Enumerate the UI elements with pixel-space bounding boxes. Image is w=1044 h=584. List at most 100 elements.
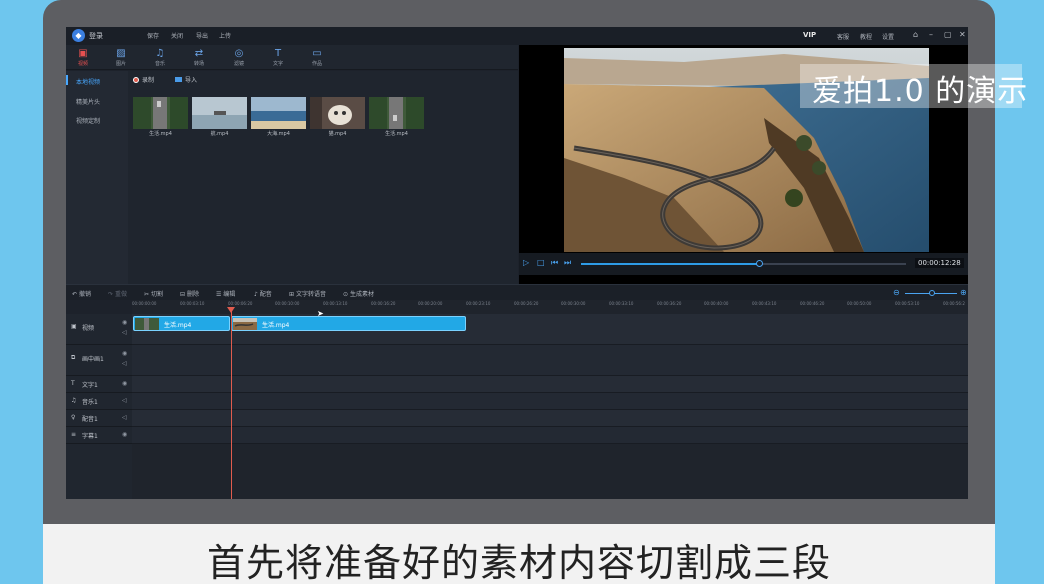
sidebar-item-custom-video[interactable]: 视频定制: [76, 116, 100, 125]
ruler-tick: 00:00:53:10: [895, 301, 920, 306]
edit-button[interactable]: ☰ 编辑: [216, 289, 235, 298]
ruler-tick: 00:00:20:00: [418, 301, 443, 306]
eye-icon[interactable]: ◉: [122, 380, 127, 387]
speaker-icon[interactable]: ◁: [122, 397, 127, 404]
eye-icon[interactable]: ◉: [122, 350, 127, 357]
tool-music[interactable]: ♫ 音乐: [145, 48, 175, 67]
sidebar-item-intros[interactable]: 精美片头: [76, 97, 100, 106]
media-thumb-label-1: 生活.mp4: [149, 131, 172, 137]
login-link[interactable]: 登录: [89, 31, 103, 41]
ruler-tick: 00:00:06:20: [228, 301, 253, 306]
tool-video[interactable]: ▣ 视频: [68, 48, 98, 67]
play-icon[interactable]: ▷: [523, 258, 529, 267]
film-icon: ▣: [78, 48, 88, 59]
ruler-tick: 00:00:33:10: [609, 301, 634, 306]
vip-badge[interactable]: VIP: [803, 31, 816, 39]
menu-close[interactable]: 关闭: [171, 31, 183, 40]
folder-icon: [175, 77, 182, 82]
clip-thumbnail: [135, 318, 159, 330]
track-row-dub[interactable]: [132, 410, 968, 427]
eye-icon[interactable]: ◉: [122, 319, 127, 326]
track-header-subtitle[interactable]: ≡ 字幕1 ◉: [66, 427, 132, 444]
speaker-icon[interactable]: ◁: [122, 414, 127, 421]
tool-text[interactable]: T 文字: [263, 48, 293, 67]
tool-filter[interactable]: ◎ 滤镜: [224, 48, 254, 67]
dub-button[interactable]: ♪ 配音: [254, 289, 272, 298]
preview-progress-track[interactable]: [581, 260, 906, 267]
tool-image[interactable]: ▨ 图片: [106, 48, 136, 67]
minimize-icon[interactable]: –: [929, 30, 933, 39]
menu-tutorial[interactable]: 教程: [860, 32, 872, 41]
prev-frame-icon[interactable]: ⏮: [551, 258, 558, 268]
track-row-empty: [132, 444, 968, 499]
speaker-icon[interactable]: ◁: [122, 329, 127, 336]
track-header-pip[interactable]: ⧉ 画中画1 ◉ ◁: [66, 345, 132, 376]
record-button[interactable]: 录制: [133, 75, 154, 84]
menu-save[interactable]: 保存: [147, 31, 159, 40]
ruler-tick: 00:00:50:00: [847, 301, 872, 306]
sidebar-item-local-video[interactable]: 本地视频: [66, 75, 100, 86]
clip-thumbnail: [233, 318, 257, 330]
close-icon[interactable]: ✕: [959, 30, 966, 39]
undo-button[interactable]: ↶ 撤销: [72, 289, 91, 298]
track-row-subtitle[interactable]: [132, 427, 968, 444]
track-header-music[interactable]: ♫ 音乐1 ◁: [66, 393, 132, 410]
timeline-toolbar: ↶ 撤销 ↷ 重做 ✂ 切割 ⊟ 删除 ☰ 编辑 ♪ 配音 ⊞ 文字转语音 ⊙ …: [66, 284, 968, 300]
next-frame-icon[interactable]: ⏭: [564, 258, 571, 268]
media-thumb-3[interactable]: [251, 97, 306, 129]
generate-material-button[interactable]: ⊙ 生成素材: [343, 289, 374, 298]
ruler-tick: 00:00:43:10: [752, 301, 777, 306]
ruler-tick: 00:00:10:00: [275, 301, 300, 306]
media-thumb-4[interactable]: [310, 97, 365, 129]
media-thumb-1[interactable]: [133, 97, 188, 129]
timeline-clip-2[interactable]: 生活.mp4: [231, 316, 466, 331]
watermark-text: 爱拍1.0 的演示: [812, 74, 1029, 109]
restore-icon[interactable]: ▢: [944, 30, 952, 39]
pip-icon: ⧉: [71, 354, 76, 361]
ruler-tick: 00:00:00:00: [132, 301, 157, 306]
split-button[interactable]: ✂ 切割: [144, 289, 163, 298]
redo-button[interactable]: ↷ 重做: [108, 289, 127, 298]
delete-button[interactable]: ⊟ 删除: [180, 289, 199, 298]
mouse-cursor-icon: ➤: [317, 309, 324, 318]
sidebar: 本地视频 精美片头 视频定制: [66, 71, 128, 284]
record-icon: [133, 77, 139, 83]
track-header-text[interactable]: T 文字1 ◉: [66, 376, 132, 393]
track-row-music[interactable]: [132, 393, 968, 410]
preview-progress-knob[interactable]: [756, 260, 763, 267]
menu-upload[interactable]: 上传: [219, 31, 231, 40]
zoom-out-icon[interactable]: ⊖: [893, 288, 900, 297]
mic-icon: ♀: [71, 414, 76, 421]
text-icon: T: [71, 380, 75, 387]
menu-support[interactable]: 客服: [837, 32, 849, 41]
tool-transition[interactable]: ⇄ 转场: [184, 48, 214, 67]
text-to-speech-button[interactable]: ⊞ 文字转语音: [289, 289, 326, 298]
track-row-pip[interactable]: [132, 345, 968, 376]
playhead-line[interactable]: [231, 310, 232, 499]
ruler-tick: 00:00:46:20: [800, 301, 825, 306]
media-thumb-2[interactable]: [192, 97, 247, 129]
zoom-slider-knob[interactable]: [929, 290, 935, 296]
preview-progress-fill: [581, 263, 759, 265]
timeline-clip-1[interactable]: 生活.mp4: [133, 316, 230, 331]
eye-icon[interactable]: ◉: [122, 431, 127, 438]
media-thumb-label-2: 航.mp4: [210, 131, 229, 137]
track-header-dub[interactable]: ♀ 配音1 ◁: [66, 410, 132, 427]
timeline-ruler[interactable]: 00:00:00:00 00:00:03:10 00:00:06:20 00:0…: [132, 300, 968, 314]
folder-icon: ▭: [312, 48, 322, 59]
media-thumb-5[interactable]: [369, 97, 424, 129]
home-icon[interactable]: ⌂: [913, 30, 918, 39]
import-button[interactable]: 导入: [175, 75, 197, 84]
speaker-icon[interactable]: ◁: [122, 360, 127, 367]
menu-export[interactable]: 导出: [196, 31, 208, 40]
track-header-video[interactable]: ▣ 视频 ◉ ◁: [66, 314, 132, 345]
film-icon: ▣: [71, 323, 77, 330]
ruler-tick: 00:00:36:20: [657, 301, 682, 306]
track-row-text[interactable]: [132, 376, 968, 393]
tool-works[interactable]: ▭ 作品: [302, 48, 332, 67]
stop-icon[interactable]: □: [537, 258, 545, 267]
ruler-tick: 00:00:30:00: [561, 301, 586, 306]
music-icon: ♫: [155, 48, 165, 59]
zoom-in-icon[interactable]: ⊕: [960, 288, 967, 297]
menu-settings[interactable]: 设置: [882, 32, 894, 41]
